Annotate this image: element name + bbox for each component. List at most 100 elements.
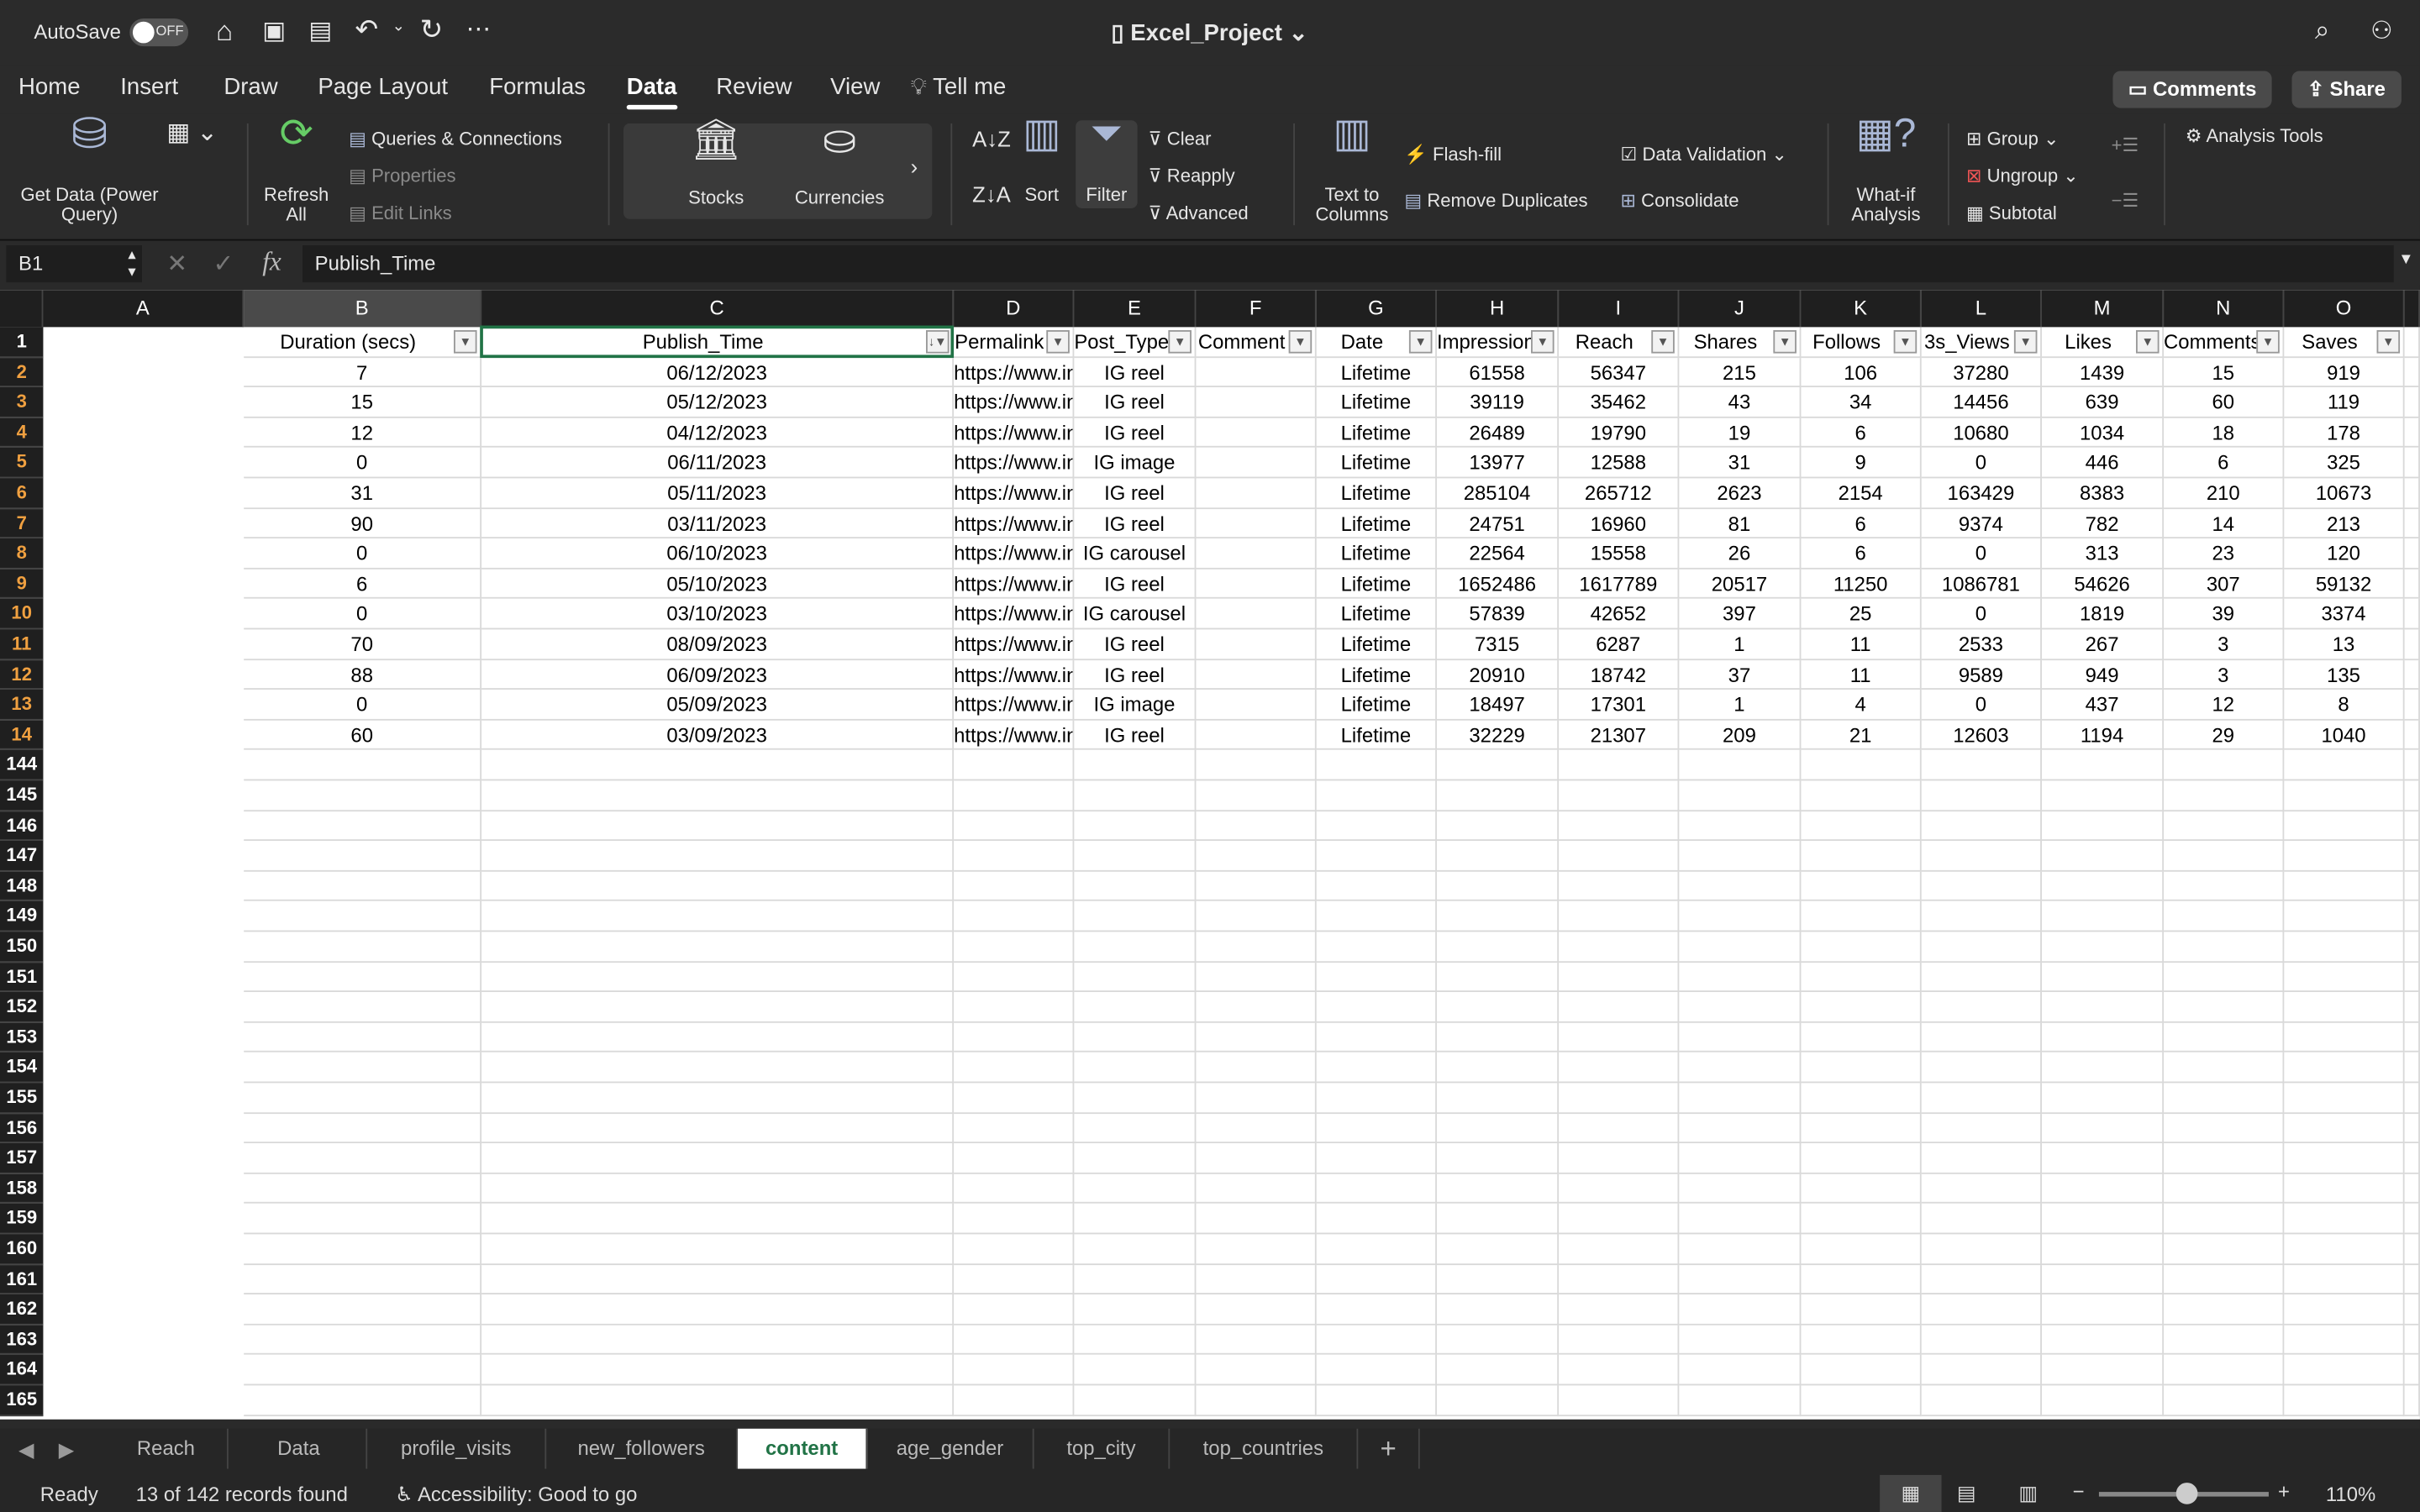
filter-dropdown-icon[interactable]: ▼	[2135, 330, 2160, 354]
cell[interactable]	[1316, 750, 1437, 781]
cell[interactable]	[1074, 932, 1197, 963]
column-header-h[interactable]: H	[1436, 290, 1560, 328]
save-as-icon[interactable]: ▤	[308, 15, 332, 46]
sheet-tab-profile-visits[interactable]: profile_visits	[367, 1428, 547, 1469]
cell[interactable]	[2404, 841, 2420, 872]
cell[interactable]	[1559, 1325, 1680, 1356]
cell[interactable]	[2284, 1173, 2405, 1205]
cell[interactable]	[481, 1113, 955, 1144]
cell[interactable]	[1316, 932, 1437, 963]
cell[interactable]	[2164, 1234, 2285, 1265]
cell[interactable]: 60	[2164, 387, 2285, 418]
header-cell[interactable]: Comments ▼	[2164, 327, 2285, 358]
row-header-144[interactable]: 144	[0, 750, 44, 781]
cell[interactable]: 285104	[1436, 478, 1560, 509]
row-header-13[interactable]: 13	[0, 690, 44, 721]
header-cell[interactable]: Permalink ▼	[954, 327, 1075, 358]
cell[interactable]	[2404, 508, 2420, 539]
cell[interactable]	[244, 1325, 482, 1356]
cell[interactable]	[481, 901, 955, 932]
cell[interactable]	[1559, 1113, 1680, 1144]
spreadsheet-grid[interactable]: A B C D E F G H I J K L M N O 1 Duration (secs) ▼ Publish_…	[0, 290, 2420, 1420]
cell[interactable]	[1801, 811, 1922, 842]
header-cell[interactable]: Reach ▼	[1559, 327, 1680, 358]
cell[interactable]: https://www.instagram.com/reel/CpkWXYAj-…	[954, 720, 1075, 751]
cell[interactable]	[1921, 811, 2042, 842]
cell[interactable]	[1196, 1325, 1317, 1356]
cell[interactable]	[1316, 1325, 1437, 1356]
cell[interactable]: 215	[1679, 357, 1802, 388]
cell[interactable]	[1559, 1204, 1680, 1235]
row-header-154[interactable]: 154	[0, 1053, 44, 1084]
sheet-tab-top-countries[interactable]: top_countries	[1170, 1428, 1359, 1469]
cell[interactable]	[1196, 841, 1317, 872]
cell[interactable]	[1316, 1173, 1437, 1205]
cell[interactable]: 14	[2164, 508, 2285, 539]
cell[interactable]: 0	[244, 538, 482, 570]
cell[interactable]	[1679, 1053, 1802, 1084]
cell[interactable]: 9	[1801, 448, 1922, 479]
cell[interactable]: 4	[1801, 690, 1922, 721]
cell[interactable]	[1559, 1294, 1680, 1326]
cell[interactable]	[1436, 1355, 1560, 1386]
cell[interactable]	[1921, 1325, 2042, 1356]
cell[interactable]: 90	[244, 508, 482, 539]
header-cell[interactable]: Publish_Time ↓▼	[481, 327, 955, 358]
column-header-m[interactable]: M	[2041, 290, 2165, 328]
cell[interactable]: 42652	[1559, 599, 1680, 630]
cell[interactable]	[2041, 1053, 2165, 1084]
cell[interactable]	[954, 841, 1075, 872]
sheet-tab-Data[interactable]: Data	[232, 1428, 368, 1469]
cell[interactable]: 05/10/2023	[481, 569, 955, 600]
cell[interactable]	[1316, 811, 1437, 842]
cell[interactable]: 23	[2164, 538, 2285, 570]
cell[interactable]	[481, 1294, 955, 1326]
cell[interactable]	[1436, 871, 1560, 902]
cell[interactable]	[1679, 1143, 1802, 1174]
filter-dropdown-icon[interactable]: ▼	[1168, 330, 1192, 354]
cell[interactable]	[481, 962, 955, 993]
cell[interactable]: IG reel	[1074, 478, 1197, 509]
cell[interactable]	[1316, 780, 1437, 811]
cell[interactable]	[2284, 962, 2405, 993]
cell[interactable]: 1034	[2041, 417, 2165, 449]
cell[interactable]	[1436, 1113, 1560, 1144]
flash-fill-button[interactable]: ⚡ Flash-fill	[1404, 144, 1502, 165]
cell[interactable]	[2041, 1385, 2165, 1416]
cell[interactable]: 1617789	[1559, 569, 1680, 600]
cell[interactable]	[244, 1053, 482, 1084]
cell[interactable]	[1196, 1385, 1317, 1416]
row-header-11[interactable]: 11	[0, 629, 44, 660]
cell[interactable]	[1196, 992, 1317, 1023]
cell[interactable]: Lifetime	[1316, 599, 1437, 630]
header-cell[interactable]: Impressions ▼	[1436, 327, 1560, 358]
cell[interactable]	[2404, 932, 2420, 963]
cell[interactable]	[1559, 1385, 1680, 1416]
cell[interactable]	[1559, 841, 1680, 872]
cell[interactable]	[244, 811, 482, 842]
cell[interactable]	[954, 1264, 1075, 1295]
cell[interactable]: IG reel	[1074, 629, 1197, 660]
cell[interactable]: IG carousel	[1074, 538, 1197, 570]
cell[interactable]: 437	[2041, 690, 2165, 721]
column-header-e[interactable]: E	[1074, 290, 1197, 328]
search-icon[interactable]: ⌕	[2315, 15, 2330, 46]
cell[interactable]	[2404, 1143, 2420, 1174]
cell[interactable]: 06/12/2023	[481, 357, 955, 388]
cell[interactable]	[1196, 1294, 1317, 1326]
cell[interactable]	[1559, 750, 1680, 781]
cell[interactable]: 39	[2164, 599, 2285, 630]
cell[interactable]: 11	[1801, 659, 1922, 690]
cell[interactable]	[1196, 387, 1317, 418]
row-header-147[interactable]: 147	[0, 841, 44, 872]
cell[interactable]	[2164, 1294, 2285, 1326]
cell[interactable]	[1196, 448, 1317, 479]
cell[interactable]	[244, 1083, 482, 1114]
cell[interactable]	[481, 932, 955, 963]
cell[interactable]	[244, 1294, 482, 1326]
cell[interactable]	[481, 1204, 955, 1235]
cell[interactable]: 6287	[1559, 629, 1680, 660]
cell[interactable]	[954, 992, 1075, 1023]
select-all-corner[interactable]	[0, 290, 44, 328]
cell[interactable]	[1074, 841, 1197, 872]
